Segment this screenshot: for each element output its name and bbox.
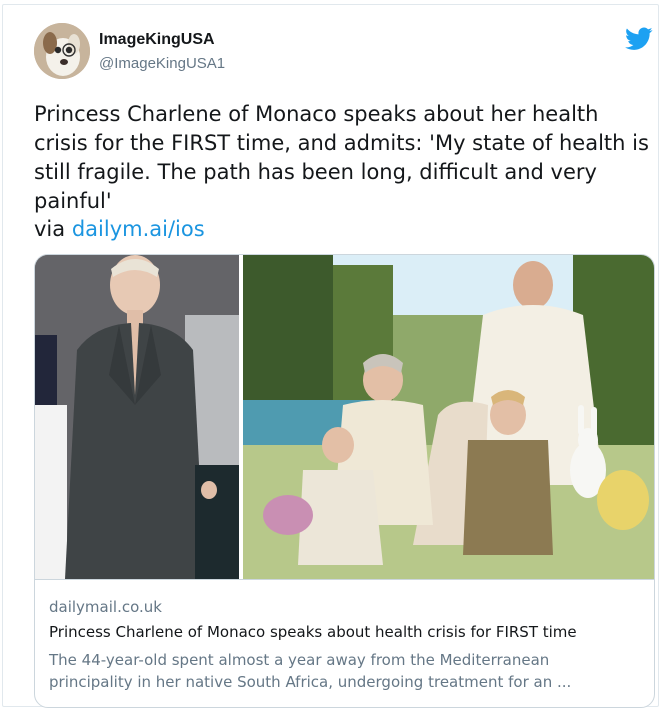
author-name[interactable]: ImageKingUSA (99, 31, 215, 49)
via-label: via (34, 217, 66, 241)
woman-in-suit-photo-icon (35, 255, 239, 579)
avatar[interactable] (34, 23, 90, 79)
dog-avatar-icon (34, 23, 90, 79)
link-card[interactable]: dailymail.co.uk Princess Charlene of Mon… (34, 254, 655, 708)
family-garden-photo-icon (243, 255, 654, 579)
tweet-link[interactable]: dailym.ai/ios (72, 217, 205, 241)
twitter-bird-icon[interactable] (625, 27, 653, 51)
card-photo-left (35, 255, 239, 579)
card-photo-right (243, 255, 654, 579)
tweet-embed: ImageKingUSA @ImageKingUSA1 Princess Cha… (2, 4, 659, 708)
author-handle[interactable]: @ImageKingUSA1 (99, 55, 225, 72)
card-domain: dailymail.co.uk (49, 598, 162, 616)
card-info: dailymail.co.uk Princess Charlene of Mon… (35, 579, 654, 707)
card-description: The 44-year-old spent almost a year away… (49, 651, 572, 691)
tweet-text: Princess Charlene of Monaco speaks about… (34, 102, 649, 213)
card-title[interactable]: Princess Charlene of Monaco speaks about… (49, 623, 577, 641)
tweet-via-line: via dailym.ai/ios (34, 215, 205, 244)
